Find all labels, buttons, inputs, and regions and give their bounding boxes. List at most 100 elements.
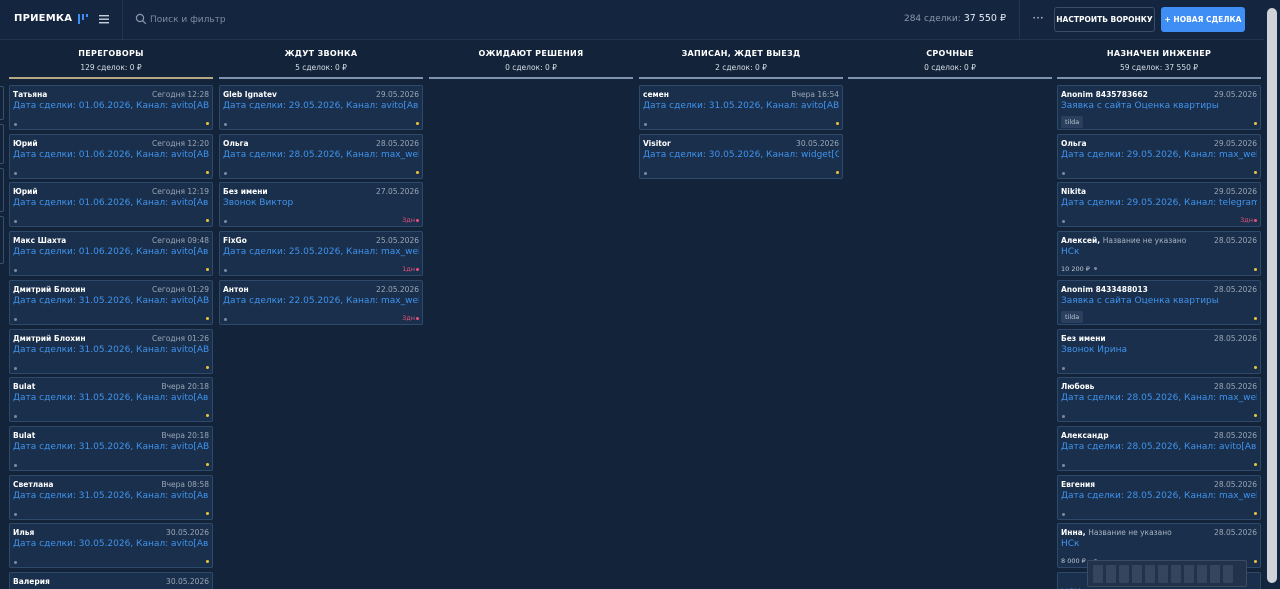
deal-card[interactable]: Ольга 29.05.2026 Дата сделки: 29.05.2026, … [1057, 133, 1261, 179]
task-dot [1254, 122, 1257, 125]
deal-card[interactable]: Юрий Сегодня 12:20 Дата сделки: 01.06.2026… [9, 133, 213, 179]
deal-link[interactable]: НСк [1061, 247, 1257, 257]
board-minimap-scroller[interactable] [1087, 560, 1247, 587]
vertical-scrollbar[interactable] [1264, 0, 1280, 589]
deal-card[interactable]: Anonim 8435783662 29.05.2026 Заявка с сайт… [1057, 85, 1261, 130]
scrollbar-thumb[interactable] [1267, 8, 1277, 583]
deal-card[interactable]: Татьяна Сегодня 12:28 Дата сделки: 01.06.2… [9, 85, 213, 130]
contact-name: Anonim 8435783662 [1061, 90, 1148, 99]
card-date: 28.05.2026 [1214, 528, 1257, 538]
column-stats: 0 сделок: 0 ₽ [924, 63, 976, 72]
card-contact-name: Без имени [1061, 334, 1106, 343]
deal-link[interactable]: Дата сделки: 01.06.2026, Канал: avito[Ав… [13, 198, 209, 208]
new-deal-button[interactable]: + НОВАЯ СДЕЛКА [1161, 7, 1245, 32]
task-dot [206, 560, 209, 564]
contact-name: Илья [13, 528, 35, 538]
card-contact-name: Дмитрий Блохин [13, 285, 86, 294]
kanban-view-icon[interactable] [77, 12, 89, 26]
pipeline-column: ЖДУТ ЗВОНКА 5 сделок: 0 ₽ Gleb Ignatev 29.0… [219, 41, 423, 589]
deal-card[interactable]: Без имени 27.05.2026 Звонок Виктор 3дн [219, 182, 423, 228]
list-view-icon[interactable] [98, 12, 110, 26]
status-dot [14, 561, 17, 565]
deal-card[interactable]: Светлана Вчера 08:58 Дата сделки: 31.05.20… [9, 474, 213, 520]
deal-card[interactable]: Без имени 28.05.2026 Звонок Ирина [1057, 328, 1261, 374]
deal-link[interactable]: Звонок Виктор [223, 198, 419, 208]
deal-link[interactable]: Дата сделки: 01.06.2026, Канал: avito[Ав… [13, 247, 209, 257]
task-dot [206, 122, 209, 125]
deal-card[interactable]: Bulat Вчера 20:18 Дата сделки: 31.05.2026,… [9, 425, 213, 471]
deal-link[interactable]: Дата сделки: 31.05.2026, Канал: avito[АВ… [13, 296, 209, 306]
source-tag: tilda [1061, 310, 1084, 323]
card-date: 25.05.2026 [376, 236, 419, 246]
deal-link[interactable]: Дата сделки: 25.05.2026, Канал: max_web[… [223, 247, 419, 257]
card-date: Сегодня 12:19 [152, 187, 209, 197]
deal-card[interactable]: Макс Шахта Сегодня 09:48 Дата сделки: 01.0… [9, 231, 213, 277]
deal-link[interactable]: Звонок Ирина [1061, 345, 1257, 355]
deal-link[interactable]: Дата сделки: 31.05.2026, Канал: avito[АВ… [13, 345, 209, 355]
column-header[interactable]: СРОЧНЫЕ 0 сделок: 0 ₽ [848, 49, 1052, 72]
deal-card[interactable]: Валерия 30.05.2026 [9, 572, 213, 589]
deal-link[interactable]: Дата сделки: 28.05.2026, Канал: max_web[… [1061, 491, 1257, 501]
deal-link[interactable]: Дата сделки: 29.05.2026, Канал: telegram… [1061, 198, 1257, 208]
divider [1019, 0, 1020, 40]
deal-card[interactable]: Александр 28.05.2026 Дата сделки: 28.05.20… [1057, 425, 1261, 471]
search-input[interactable] [150, 11, 450, 29]
task-dot [416, 170, 419, 174]
deal-link[interactable]: Дата сделки: 30.05.2026, Канал: widget[С… [643, 150, 839, 160]
deal-card[interactable]: Ольга 28.05.2026 Дата сделки: 28.05.2026, … [219, 133, 423, 179]
column-underline [219, 77, 423, 79]
deal-card[interactable]: FixGo 25.05.2026 Дата сделки: 25.05.2026, … [219, 231, 423, 277]
deal-card[interactable]: Алексей, Название не указано 28.05.2026 НС… [1057, 231, 1261, 277]
column-header[interactable]: ЗАПИСАН, ЖДЕТ ВЫЕЗД 2 сделок: 0 ₽ [639, 49, 843, 72]
deal-link[interactable]: Дата сделки: 22.05.2026, Канал: max_web[… [223, 296, 419, 306]
deal-card[interactable]: Gleb Ignatev 29.05.2026 Дата сделки: 29.05… [219, 85, 423, 130]
more-button[interactable]: ··· [1031, 10, 1045, 28]
deal-card[interactable]: Anonim 8433488013 28.05.2026 Заявка с сайт… [1057, 279, 1261, 325]
contact-name: Без имени [223, 187, 268, 197]
card-contact-name: FixGo [223, 236, 247, 245]
deal-link[interactable]: Дата сделки: 01.06.2026, Канал: avito[АВ… [13, 150, 209, 160]
task-dot [206, 316, 209, 320]
deal-link[interactable]: Дата сделки: 31.05.2026, Канал: avito[Ав… [13, 393, 209, 403]
column-header[interactable]: ПЕРЕГОВОРЫ 129 сделок: 0 ₽ [9, 49, 213, 72]
card-contact-name: Любовь [1061, 382, 1094, 391]
deal-card[interactable]: Любовь 28.05.2026 Дата сделки: 28.05.2026,… [1057, 377, 1261, 423]
overdue-dot [1254, 219, 1257, 223]
deal-link[interactable]: Заявка с сайта Оценка квартиры [1061, 296, 1257, 306]
deal-card[interactable]: Илья 30.05.2026 Дата сделки: 30.05.2026, К… [9, 523, 213, 569]
deal-link[interactable]: Заявка с сайта Оценка квартиры [1061, 101, 1257, 111]
deal-link[interactable]: Дата сделки: 29.05.2026, Канал: max_web[… [1061, 150, 1257, 160]
card-subtitle: Название не указано [1088, 528, 1172, 538]
deal-card[interactable]: семен Вчера 16:54 Дата сделки: 31.05.2026,… [639, 85, 843, 130]
deal-card[interactable]: Дмитрий Блохин Сегодня 01:26 Дата сделки: … [9, 328, 213, 374]
contact-name: Ольга [1061, 138, 1087, 148]
contact-name: Антон [223, 284, 249, 294]
deal-link[interactable]: Дата сделки: 29.05.2026, Канал: avito[Ав… [223, 101, 419, 111]
setup-pipeline-button[interactable]: НАСТРОИТЬ ВОРОНКУ [1054, 7, 1155, 32]
task-dot [1254, 365, 1257, 369]
deal-link[interactable]: Дата сделки: 28.05.2026, Канал: avito[Ав… [1061, 442, 1257, 452]
column-underline [429, 77, 633, 79]
deal-link[interactable]: Дата сделки: 31.05.2026, Канал: avito[АВ… [13, 442, 209, 452]
deal-link[interactable]: Дата сделки: 31.05.2026, Канал: avito[АВ… [643, 101, 839, 111]
card-contact-name: Илья [13, 528, 34, 537]
pipeline-title[interactable]: ПРИЕМКА [14, 13, 72, 24]
deal-link[interactable]: Дата сделки: 30.05.2026, Канал: avito[Ав… [13, 539, 209, 549]
pipeline-column: ПЕРЕГОВОРЫ 129 сделок: 0 ₽ Татьяна Сегодня … [9, 41, 213, 589]
column-header[interactable]: ЖДУТ ЗВОНКА 5 сделок: 0 ₽ [219, 49, 423, 72]
deal-card[interactable]: Bulat Вчера 20:18 Дата сделки: 31.05.2026,… [9, 377, 213, 423]
deal-link[interactable]: Дата сделки: 28.05.2026, Канал: max_web[… [223, 150, 419, 160]
deal-card[interactable]: Юрий Сегодня 12:19 Дата сделки: 01.06.2026… [9, 182, 213, 228]
deal-card[interactable]: Евгения 28.05.2026 Дата сделки: 28.05.2026… [1057, 474, 1261, 520]
deal-link[interactable]: Дата сделки: 28.05.2026, Канал: max_web[… [1061, 393, 1257, 403]
column-header[interactable]: ОЖИДАЮТ РЕШЕНИЯ 0 сделок: 0 ₽ [429, 49, 633, 72]
deal-card[interactable]: Nikita 29.05.2026 Дата сделки: 29.05.2026,… [1057, 182, 1261, 228]
deal-link[interactable]: Дата сделки: 31.05.2026, Канал: avito[Ав… [13, 491, 209, 501]
deal-card[interactable]: Дмитрий Блохин Сегодня 01:29 Дата сделки: … [9, 279, 213, 325]
deal-card[interactable]: Антон 22.05.2026 Дата сделки: 22.05.2026, … [219, 279, 423, 325]
deal-card[interactable]: Visitor 30.05.2026 Дата сделки: 30.05.2026… [639, 133, 843, 179]
column-stats: 2 сделок: 0 ₽ [715, 63, 767, 72]
deal-link[interactable]: НСк [1061, 539, 1257, 549]
column-header[interactable]: НАЗНАЧЕН ИНЖЕНЕР 59 сделок: 37 550 ₽ [1057, 49, 1261, 72]
deal-link[interactable]: Дата сделки: 01.06.2026, Канал: avito[АВ… [13, 101, 209, 111]
